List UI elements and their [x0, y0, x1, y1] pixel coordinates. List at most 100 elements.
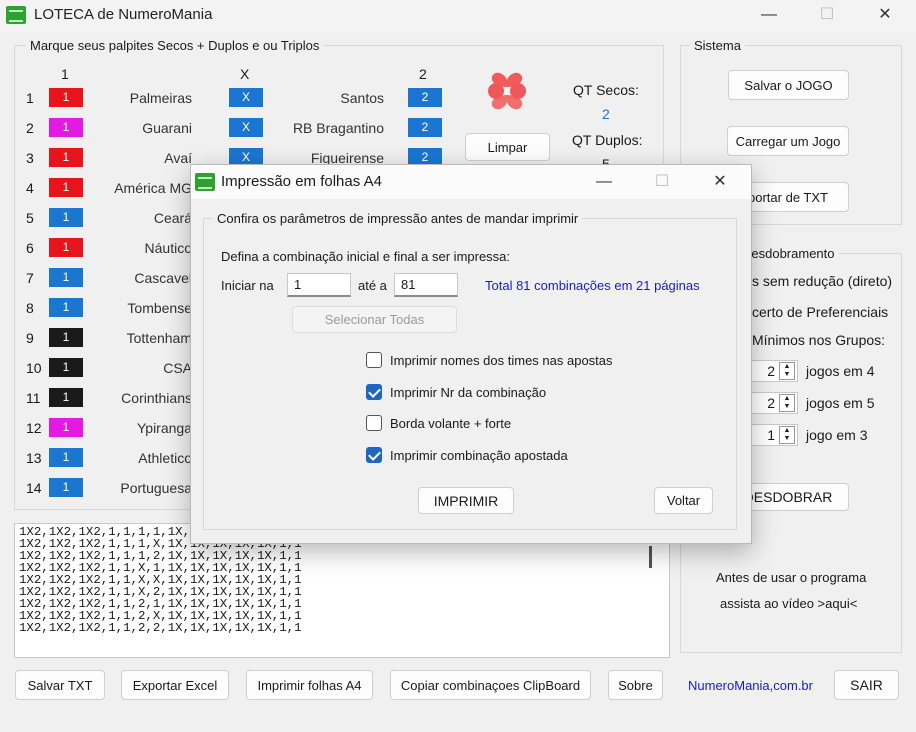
limpar-button[interactable]: Limpar [465, 133, 550, 161]
pick-1-box[interactable]: 1 [49, 418, 83, 437]
spin-label-5: jogos em 5 [806, 395, 875, 411]
team-home: Corinthians [121, 390, 192, 406]
dialog-params-group [203, 218, 737, 530]
iniciar-input[interactable]: 1 [287, 273, 351, 297]
pick-1-box[interactable]: 1 [49, 328, 83, 347]
spin-arrows-icon[interactable]: ▲ ▼ [779, 426, 795, 444]
dialog-title: Impressão em folhas A4 [221, 173, 382, 190]
row-number: 10 [26, 360, 42, 376]
pick-1-box[interactable]: 1 [49, 148, 83, 167]
imprimir-button[interactable]: IMPRIMIR [418, 487, 514, 514]
option-sem-reducao[interactable]: s sem redução (direto) [752, 273, 892, 289]
dialog-titlebar: Impressão em folhas A4 — ☐ ✕ [191, 165, 751, 199]
row-number: 6 [26, 240, 34, 256]
salvar-jogo-button[interactable]: Salvar o JOGO [728, 70, 849, 100]
team-home: Athletico [138, 450, 192, 466]
dialog-legend: Confira os parâmetros de impressão antes… [213, 211, 583, 226]
sistema-legend: Sistema [690, 38, 745, 53]
team-home: Guarani [142, 120, 192, 136]
team-home: Palmeiras [129, 90, 192, 106]
team-home: América MG [114, 180, 192, 196]
row-number: 13 [26, 450, 42, 466]
close-button[interactable]: ✕ [862, 0, 908, 30]
spin-arrows-icon[interactable]: ▲ ▼ [779, 394, 795, 412]
row-number: 2 [26, 120, 34, 136]
row-number: 11 [26, 390, 41, 406]
team-away: Santos [340, 90, 384, 106]
opt-nomes-times[interactable]: Imprimir nomes dos times nas apostas [366, 351, 696, 371]
checkbox-nr-combinacao[interactable] [366, 384, 382, 400]
pick-1-box[interactable]: 1 [49, 268, 83, 287]
video-link[interactable]: assista ao vídeo >aqui< [720, 596, 857, 611]
checkbox-combinacao-apostada[interactable] [366, 447, 382, 463]
copiar-clipboard-button[interactable]: Copiar combinaçoes ClipBoard [390, 670, 591, 700]
team-away: RB Bragantino [292, 120, 384, 136]
dialog-minimize-button[interactable]: — [581, 167, 627, 197]
row-number: 9 [26, 330, 34, 346]
checkbox-nomes-times[interactable] [366, 352, 382, 368]
total-combinacoes: Total 81 combinações em 21 páginas [485, 278, 700, 293]
salvar-txt-button[interactable]: Salvar TXT [15, 670, 105, 700]
pick-1-box[interactable]: 1 [49, 358, 83, 377]
pick-2-box[interactable]: 2 [408, 118, 442, 137]
imprimir-a4-button[interactable]: Imprimir folhas A4 [246, 670, 373, 700]
row-number: 7 [26, 270, 34, 286]
pick-x-box[interactable]: X [229, 118, 263, 137]
pick-1-box[interactable]: 1 [49, 178, 83, 197]
row-number: 4 [26, 180, 34, 196]
numeromania-link[interactable]: NumeroMania,com.br [688, 678, 813, 693]
dialog-close-button[interactable]: ✕ [697, 167, 743, 197]
output-line: 1X2,1X2,1X2,1,1,2,2,1X,1X,1X,1X,1X,1,1 [19, 621, 302, 635]
qt-duplos-label: QT Duplos: [572, 132, 643, 148]
spin-arrows-icon[interactable]: ▲ ▼ [779, 362, 795, 380]
iniciar-label: Iniciar na [221, 278, 274, 293]
selecionar-todas-button[interactable]: Selecionar Todas [292, 306, 457, 333]
output-scrollbar[interactable] [649, 546, 652, 568]
video-text-1: Antes de usar o programa [716, 570, 867, 585]
window-title: LOTECA de NumeroMania [34, 6, 213, 23]
pick-1-box[interactable]: 1 [49, 388, 83, 407]
pick-1-box[interactable]: 1 [49, 88, 83, 107]
pick-1-box[interactable]: 1 [49, 238, 83, 257]
sobre-button[interactable]: Sobre [608, 670, 663, 700]
pick-1-box[interactable]: 1 [49, 208, 83, 227]
dialog-maximize-button[interactable]: ☐ [639, 167, 685, 197]
team-home: Náutico [144, 240, 192, 256]
pick-1-box[interactable]: 1 [49, 448, 83, 467]
pick-1-box[interactable]: 1 [49, 478, 83, 497]
pick-2-box[interactable]: 2 [408, 88, 442, 107]
opt-borda-volante[interactable]: Borda volante + forte [366, 414, 696, 434]
palpites-legend: Marque seus palpites Secos + Duplos e ou… [26, 38, 324, 53]
team-home: Tombense [127, 300, 192, 316]
col-header-1: 1 [61, 66, 69, 82]
pick-1-box[interactable]: 1 [49, 118, 83, 137]
exportar-excel-button[interactable]: Exportar Excel [121, 670, 229, 700]
opt-nr-combinacao[interactable]: Imprimir Nr da combinação [366, 383, 696, 403]
checkbox-borda-volante[interactable] [366, 415, 382, 431]
clover-logo-icon [484, 68, 530, 114]
ate-input[interactable]: 81 [394, 273, 458, 297]
maximize-button[interactable]: ☐ [804, 0, 850, 30]
team-home: Tottenham [126, 330, 192, 346]
ate-label: até a [358, 278, 387, 293]
qt-secos-value: 2 [602, 106, 610, 122]
col-header-x: X [240, 66, 250, 82]
option-preferenciais[interactable]: certo de Preferenciais [752, 304, 888, 320]
minimize-button[interactable]: — [746, 0, 792, 30]
dialog-instructions: Defina a combinação inicial e final a se… [221, 249, 511, 264]
dialog-app-icon [195, 173, 215, 191]
pick-x-box[interactable]: X [229, 88, 263, 107]
minimos-label: Mínimos nos Grupos: [752, 332, 886, 348]
row-number: 1 [26, 90, 34, 106]
team-home: Cascavel [134, 270, 192, 286]
row-number: 8 [26, 300, 34, 316]
opt-combinacao-apostada[interactable]: Imprimir combinação apostada [366, 446, 696, 466]
pick-1-box[interactable]: 1 [49, 298, 83, 317]
team-home: Avaí [164, 150, 192, 166]
row-number: 12 [26, 420, 42, 436]
app-icon [6, 6, 26, 24]
carregar-jogo-button[interactable]: Carregar um Jogo [727, 126, 849, 156]
team-home: Portuguesa [120, 480, 192, 496]
voltar-button[interactable]: Voltar [654, 487, 713, 514]
sair-button[interactable]: SAIR [834, 670, 899, 700]
